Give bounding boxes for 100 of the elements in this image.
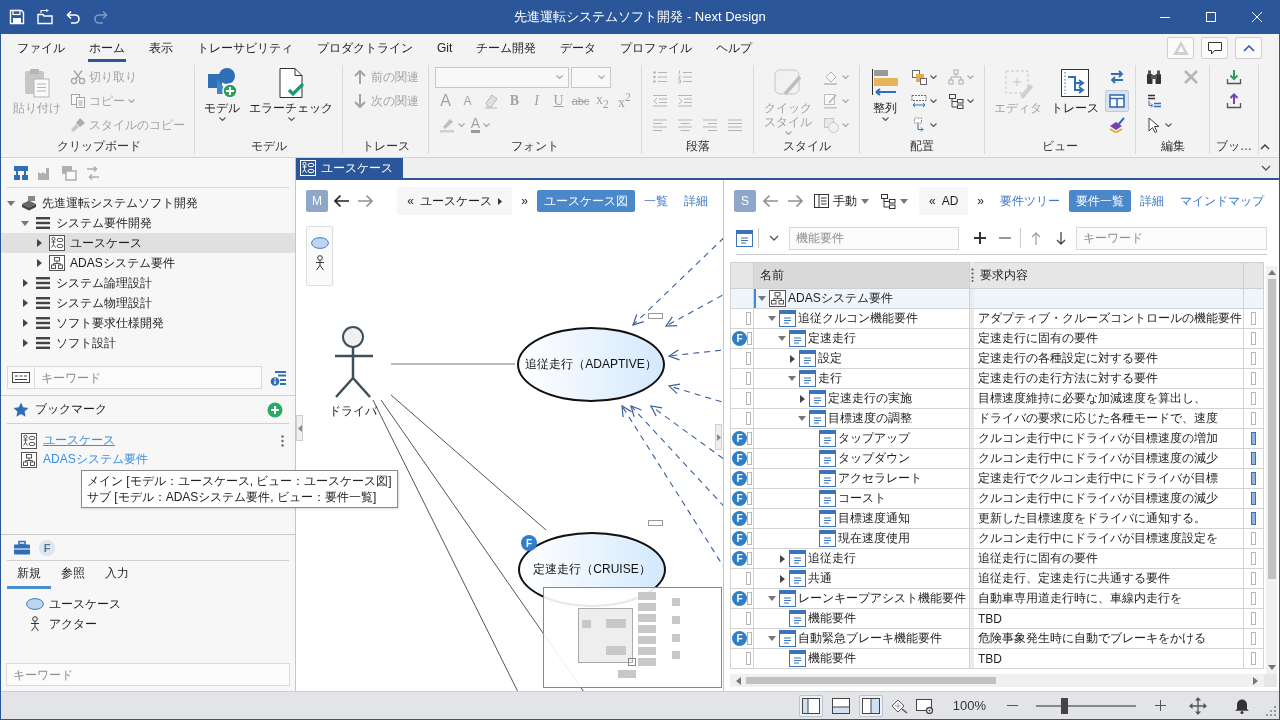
table-cell: クルコン走行中にドライバが目標速度の減少 bbox=[974, 449, 1244, 469]
column-header[interactable]: 要求内容 bbox=[974, 262, 1244, 289]
table-cell[interactable]: レーンキープアシスト機能要件 bbox=[754, 589, 970, 609]
menu-tab[interactable]: チーム開発 bbox=[475, 40, 538, 62]
search-field[interactable]: キーワード bbox=[1076, 226, 1267, 250]
palette-tool[interactable] bbox=[313, 255, 326, 271]
row-name: 機能要件 bbox=[808, 650, 856, 667]
view-tab[interactable]: 詳細 bbox=[677, 190, 715, 212]
tree-item[interactable]: ソフト設計 bbox=[1, 333, 295, 353]
menu-tab[interactable]: ヘルプ bbox=[715, 40, 754, 62]
table-cell[interactable]: タップアップ bbox=[754, 429, 970, 449]
view-tab[interactable]: 要件ツリー bbox=[993, 190, 1067, 212]
table-cell[interactable]: 目標速度通知 bbox=[754, 509, 970, 529]
search-field[interactable]: キーワード bbox=[6, 663, 290, 686]
tree-item[interactable]: ADASシステム要件 bbox=[1, 253, 295, 273]
collapse-handle[interactable] bbox=[296, 415, 303, 441]
card-icon bbox=[819, 510, 836, 527]
table-cell[interactable]: 目標速度の調整 bbox=[754, 409, 970, 429]
table-cell: 定速走行でクルコン走行中にドライバが目標 bbox=[974, 469, 1244, 489]
comment-button[interactable] bbox=[1201, 37, 1228, 59]
align-bars-icon bbox=[869, 67, 901, 99]
row-name: タップダウン bbox=[838, 450, 910, 467]
view-tab[interactable]: 詳細 bbox=[1133, 190, 1171, 212]
breadcrumb-back-button[interactable]: « bbox=[928, 194, 936, 208]
toolbox-tab[interactable]: 参照 bbox=[51, 561, 95, 589]
view-tab[interactable]: マインドマップ bbox=[1173, 190, 1271, 212]
menu-tab[interactable]: プロダクトライン bbox=[316, 40, 414, 62]
ribbon-button[interactable]: トレース bbox=[1048, 65, 1102, 137]
binoculars-icon bbox=[1146, 69, 1162, 85]
horizontal-scrollbar[interactable] bbox=[730, 674, 1264, 687]
table-cell[interactable]: コースト bbox=[754, 489, 970, 509]
tree-item[interactable]: システム論理設計 bbox=[1, 273, 295, 293]
table-cell[interactable]: ADASシステム要件 bbox=[754, 289, 970, 309]
toolbox-tab[interactable]: 新規 bbox=[7, 561, 51, 589]
table-cell[interactable]: 定速走行の実施 bbox=[754, 389, 970, 409]
scroll-thumb[interactable] bbox=[746, 677, 996, 684]
table-cell[interactable]: 走行 bbox=[754, 369, 970, 389]
layout-button[interactable] bbox=[798, 694, 823, 717]
table-cell[interactable]: 機能要件 bbox=[754, 649, 970, 669]
minimap[interactable] bbox=[543, 587, 722, 688]
document-tab[interactable]: ユースケース bbox=[296, 158, 403, 178]
collapse-ribbon-button[interactable] bbox=[1235, 37, 1262, 59]
tree-item[interactable]: システム物理設計 bbox=[1, 293, 295, 313]
menu-tab[interactable]: ファイル bbox=[16, 40, 66, 62]
use-case-node[interactable]: 追従走行（ADAPTIVE） bbox=[517, 327, 665, 402]
tree-item[interactable]: 先進運転システムソフト開発 bbox=[1, 193, 295, 213]
ribbon-button[interactable]: エラーチェック bbox=[246, 65, 336, 137]
view-tab[interactable]: 一覧 bbox=[637, 190, 675, 212]
slider-thumb[interactable] bbox=[1061, 697, 1068, 714]
table-cell[interactable]: 自動緊急ブレーキ機能要件 bbox=[754, 629, 970, 649]
menu-tab[interactable]: トレーサビリティ bbox=[196, 40, 294, 62]
table-cell[interactable]: 機能要件 bbox=[754, 609, 970, 629]
table-cell[interactable]: 設定 bbox=[754, 349, 970, 369]
search-field[interactable]: キーワード bbox=[35, 366, 262, 389]
collapse-handle[interactable] bbox=[715, 424, 722, 450]
table-cell[interactable]: 追従走行 bbox=[754, 549, 970, 569]
type-field[interactable]: 機能要件 bbox=[789, 226, 959, 250]
filter-settings-button[interactable] bbox=[270, 369, 287, 386]
breadcrumb-forward-button[interactable]: » bbox=[971, 194, 990, 208]
caret-down-icon bbox=[287, 117, 295, 121]
table-cell[interactable]: 現在速度使用 bbox=[754, 529, 970, 549]
breadcrumb-item[interactable]: AD bbox=[941, 194, 959, 208]
actor-figure[interactable] bbox=[333, 325, 375, 399]
table-cell[interactable]: 共通 bbox=[754, 569, 970, 589]
more-button[interactable] bbox=[281, 434, 284, 447]
card-icon bbox=[789, 330, 806, 347]
ribbon-button[interactable]: 整列 bbox=[866, 65, 904, 137]
vertical-scrollbar[interactable] bbox=[1266, 266, 1277, 674]
tree-item[interactable]: ソフト要求仕様開発 bbox=[1, 313, 295, 333]
menu-tab[interactable]: プロファイル bbox=[619, 40, 694, 62]
edit-frame-icon bbox=[1002, 67, 1034, 99]
layout-menu-button[interactable]: 手動 bbox=[809, 190, 873, 212]
table-cell[interactable]: タップダウン bbox=[754, 449, 970, 469]
table-cell[interactable]: アクセラレート bbox=[754, 469, 970, 489]
toolbox-tab[interactable]: 入力 bbox=[95, 561, 139, 589]
model-view-button[interactable] bbox=[13, 164, 29, 181]
menu-tab[interactable]: データ bbox=[559, 40, 598, 62]
toolbox-item[interactable]: ユースケース bbox=[25, 594, 295, 614]
tree-item[interactable]: システム要件開発 bbox=[1, 213, 295, 233]
icon-button[interactable] bbox=[1105, 90, 1129, 112]
card-icon bbox=[819, 470, 836, 487]
breadcrumb-item[interactable]: ユースケース bbox=[419, 192, 492, 210]
layout-button[interactable] bbox=[858, 694, 883, 717]
add-bookmark-button[interactable] bbox=[267, 401, 283, 418]
table-cell[interactable]: 定速走行 bbox=[754, 329, 970, 349]
column-header[interactable]: 名前 bbox=[754, 262, 970, 289]
ribbon-button[interactable]: モデル bbox=[201, 65, 243, 137]
breadcrumb-back-button[interactable]: « bbox=[407, 194, 414, 208]
ellipse-icon bbox=[310, 237, 329, 249]
row-name: 定速走行の実施 bbox=[828, 390, 912, 407]
table-cell[interactable]: 追従クルコン機能要件 bbox=[754, 309, 970, 329]
split-pane-icon bbox=[1109, 93, 1125, 109]
tree-item[interactable]: ユースケース bbox=[1, 233, 295, 253]
menu-tab[interactable]: Git bbox=[436, 40, 454, 62]
scroll-thumb[interactable] bbox=[1267, 279, 1276, 579]
view-tab[interactable]: ユースケース図 bbox=[537, 190, 635, 212]
breadcrumb-forward-button[interactable]: » bbox=[515, 194, 534, 208]
toolbox-item[interactable]: アクター bbox=[25, 614, 295, 634]
menu-tab[interactable]: 表示 bbox=[148, 40, 174, 62]
view-tab[interactable]: 要件一覧 bbox=[1069, 190, 1131, 212]
